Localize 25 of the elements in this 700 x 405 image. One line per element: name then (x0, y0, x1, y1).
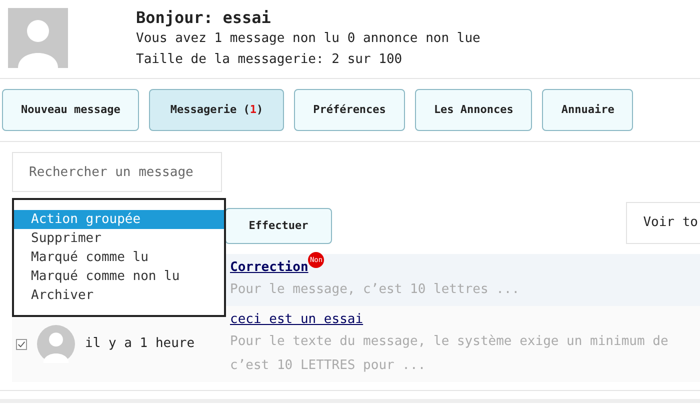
message-time: il y a 1 heure (85, 335, 195, 354)
nav-button[interactable]: Nouveau message (2, 89, 140, 131)
dropdown-option[interactable]: Marqué comme non lu (14, 267, 224, 286)
view-all-button[interactable]: Voir to (626, 202, 700, 244)
nav-button[interactable]: Préférences (294, 89, 405, 131)
avatar-icon (8, 8, 68, 68)
dropdown-option[interactable]: Supprimer (14, 229, 224, 248)
message-preview: Pour le message, c’est 10 lettres ... (230, 281, 520, 299)
message-title-link[interactable]: ceci est un essai (230, 310, 364, 330)
apply-button[interactable]: Effectuer (225, 208, 332, 244)
search-field[interactable]: Rechercher un message (12, 152, 222, 192)
nav-button[interactable]: Annuaire (542, 89, 634, 131)
message-preview: c’est 10 LETTRES pour ... (230, 357, 427, 375)
unread-summary: Vous avez 1 message non lu 0 annonce non lue (136, 30, 480, 48)
dropdown-option[interactable]: Archiver (14, 286, 224, 305)
avatar-icon (37, 325, 75, 363)
nav-button[interactable]: Les Annonces (414, 89, 532, 131)
bulk-action-dropdown[interactable]: Action groupée Supprimer Marqué comme lu Marqué comme non lu Archiver (12, 198, 226, 317)
greeting: Bonjour: essai (136, 8, 272, 28)
message-preview: Pour le texte du message, le système exige un minimum de (230, 333, 668, 351)
checkbox[interactable] (16, 338, 27, 350)
dropdown-option[interactable]: Marqué comme lu (14, 248, 224, 267)
mailbox-size: Taille de la messagerie: 2 sur 100 (136, 51, 404, 69)
message-title-link[interactable]: Correction (230, 258, 308, 278)
nav-button[interactable]: Messagerie (1) (149, 89, 284, 131)
